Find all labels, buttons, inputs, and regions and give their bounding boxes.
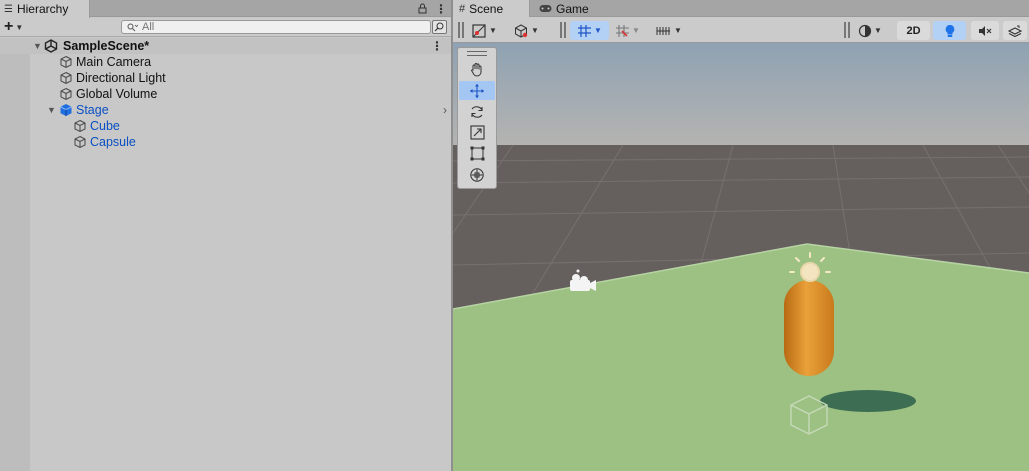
gameobject-icon <box>74 135 86 149</box>
hierarchy-item-label: Cube <box>90 119 120 133</box>
mode-2d-toggle[interactable]: 2D <box>897 21 930 40</box>
rotate-tool-icon <box>471 105 483 118</box>
scene-render[interactable] <box>453 43 1029 471</box>
tab-game[interactable]: Game <box>533 0 595 17</box>
hand-tool-icon <box>470 63 482 77</box>
scene-panel: # Scene Game ▼ ▼ ▼ ▼ ▼ ▼ 2D <box>453 0 1029 471</box>
scale-tool-button[interactable] <box>459 123 495 142</box>
tab-scene-label: Scene <box>469 1 504 16</box>
chevron-right-icon[interactable]: › <box>443 103 447 117</box>
gamepad-icon <box>539 5 552 12</box>
hierarchy-item-cube[interactable]: Cube <box>0 118 451 134</box>
search-input[interactable] <box>142 21 422 33</box>
hierarchy-toolbar: + ▼ <box>0 18 451 37</box>
scene-toolbar: ▼ ▼ ▼ ▼ ▼ ▼ 2D <box>453 17 1029 43</box>
snap-increment-dropdown[interactable]: ▼ <box>615 21 640 40</box>
tab-hierarchy[interactable]: ☰ Hierarchy <box>0 0 90 18</box>
fold-arrow-down-icon[interactable]: ▼ <box>33 41 42 51</box>
fold-arrow-down-icon[interactable]: ▼ <box>47 105 56 115</box>
hierarchy-item-label: Global Volume <box>76 87 158 101</box>
caret-down-icon: ▼ <box>531 26 539 35</box>
toolbar-grip-handle[interactable] <box>844 22 850 38</box>
scene-camera-dropdown[interactable]: ▼ <box>514 21 539 40</box>
shading-sphere-icon <box>858 24 872 37</box>
transform-tool-button[interactable] <box>459 165 495 184</box>
tab-scene[interactable]: # Scene <box>453 0 530 17</box>
toolbar-grip-handle[interactable] <box>458 22 464 38</box>
hierarchy-item-label: Capsule <box>90 135 136 149</box>
audio-toggle[interactable] <box>971 21 999 40</box>
create-dropdown-button[interactable]: + ▼ <box>4 19 34 35</box>
ruler-dropdown[interactable]: ▼ <box>656 21 682 40</box>
draw-mode-dropdown[interactable]: ▼ <box>472 21 497 40</box>
hierarchy-item-label: Stage <box>76 103 109 117</box>
grid-snap-icon <box>578 24 592 37</box>
tool-palette <box>457 47 497 189</box>
move-tool-button[interactable] <box>459 81 495 100</box>
hierarchy-item-capsule[interactable]: Capsule <box>0 134 451 150</box>
gameobject-icon <box>60 71 72 85</box>
gameobject-icon <box>74 119 86 133</box>
effects-toggle[interactable] <box>1003 21 1027 40</box>
plus-icon: + <box>4 18 14 35</box>
ruler-icon <box>656 26 670 35</box>
gameobject-icon <box>60 87 72 101</box>
hand-tool-button[interactable] <box>459 60 495 79</box>
lock-icon[interactable] <box>418 3 427 14</box>
caret-down-icon: ▼ <box>489 26 497 35</box>
caret-down-icon: ▼ <box>674 26 682 35</box>
capsule-shadow <box>820 390 916 412</box>
palette-grip-handle[interactable] <box>467 51 487 56</box>
hierarchy-item-label: Directional Light <box>76 71 166 85</box>
caret-down-icon: ▼ <box>874 26 882 35</box>
toolbar-grip-handle[interactable] <box>560 22 566 38</box>
caret-down-icon: ▼ <box>594 26 602 35</box>
effects-layers-icon <box>1008 25 1022 37</box>
unity-scene-icon <box>44 39 58 53</box>
scene-tab-bar: # Scene Game <box>453 0 1029 17</box>
scale-tool-icon <box>469 125 485 140</box>
snap-grid-icon <box>616 24 629 37</box>
transform-tool-icon <box>470 167 484 182</box>
hierarchy-panel: ☰ Hierarchy ⋮ + ▼ All ▼ SampleScene* ⋮ M… <box>0 0 451 471</box>
capsule-object <box>784 280 834 376</box>
shading-mode-dropdown[interactable]: ▼ <box>858 21 882 40</box>
panel-menu-kebab-icon[interactable]: ⋮ <box>435 2 447 16</box>
rotate-tool-button[interactable] <box>459 102 495 121</box>
draw-mode-icon <box>472 23 486 38</box>
scene-viewport[interactable] <box>453 43 1029 471</box>
camera-cube-icon <box>515 23 528 38</box>
grid-toggle-button[interactable]: ▼ <box>570 21 609 40</box>
scene-menu-kebab-icon[interactable]: ⋮ <box>431 39 443 53</box>
scene-name: SampleScene* <box>63 39 150 53</box>
search-icon <box>127 23 138 31</box>
audio-mute-icon <box>979 25 992 36</box>
gameobject-icon <box>60 55 72 69</box>
mode-2d-label: 2D <box>906 24 921 37</box>
caret-down-icon: ▼ <box>15 22 24 32</box>
sky-background <box>453 43 1029 147</box>
hierarchy-item-global-volume[interactable]: Global Volume <box>0 86 451 102</box>
caret-down-icon: ▼ <box>632 26 640 35</box>
grid-icon: # <box>459 2 466 15</box>
hierarchy-search-box[interactable] <box>121 20 431 34</box>
search-by-type-button[interactable] <box>432 20 447 34</box>
hierarchy-tree: ▼ SampleScene* ⋮ Main Camera Directional… <box>0 38 451 150</box>
scene-row[interactable]: ▼ SampleScene* ⋮ <box>0 38 451 54</box>
hierarchy-item-directional-light[interactable]: Directional Light <box>0 70 451 86</box>
lighting-toggle[interactable] <box>933 21 966 40</box>
rect-tool-button[interactable] <box>459 144 495 163</box>
hierarchy-item-stage[interactable]: ▼ Stage › <box>0 102 451 118</box>
rect-tool-icon <box>470 146 484 161</box>
lightbulb-icon <box>945 24 954 37</box>
move-tool-icon <box>470 83 484 98</box>
search-type-icon <box>434 22 444 32</box>
tab-hierarchy-label: Hierarchy <box>16 2 69 16</box>
list-icon: ☰ <box>4 3 13 15</box>
tab-game-label: Game <box>556 1 589 16</box>
hierarchy-item-label: Main Camera <box>76 55 152 69</box>
prefab-icon <box>60 104 72 116</box>
hierarchy-item-main-camera[interactable]: Main Camera <box>0 54 451 70</box>
hierarchy-tab-bar: ☰ Hierarchy ⋮ <box>0 0 451 18</box>
